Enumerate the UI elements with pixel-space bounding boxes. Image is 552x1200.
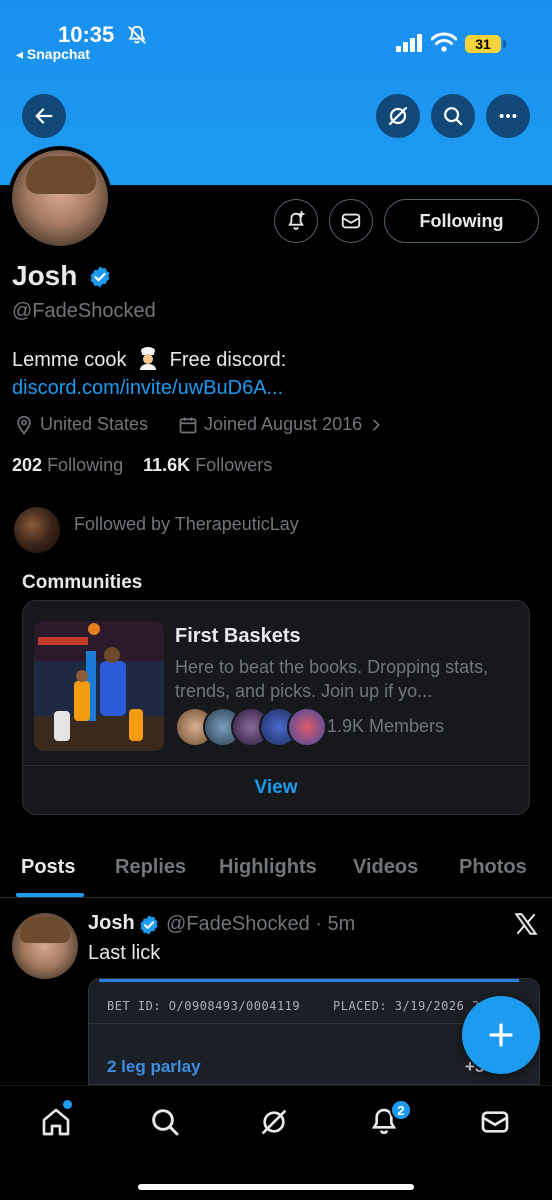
back-to-app-link[interactable]: ◂ Snapchat (16, 46, 90, 63)
grok-icon (388, 106, 408, 126)
joined-text: Joined August 2016 (204, 414, 363, 434)
post-author-name[interactable]: Josh (88, 912, 135, 935)
battery-tip (503, 40, 506, 48)
community-divider (23, 765, 529, 766)
bet-parlay: 2 leg parlay (107, 1057, 201, 1076)
community-members: 1.9K Members (327, 716, 445, 736)
community-member-avatars (175, 707, 327, 747)
active-tab-indicator (16, 893, 84, 897)
profile-bio: Lemme cook Free discord: discord.com/inv… (12, 346, 532, 402)
communities-title: Communities (22, 572, 143, 593)
profile-joined[interactable]: Joined August 2016 (178, 414, 384, 435)
verified-badge-icon (140, 915, 158, 935)
bet-slip-topline (99, 979, 519, 982)
bet-id: BET ID: O/0908493/0004119 (107, 999, 301, 1013)
post-handle-time: @FadeShocked · 5m (166, 913, 356, 935)
avatar-hair (26, 156, 96, 194)
search-icon (444, 107, 463, 126)
more-dots-icon (499, 113, 517, 119)
community-name: First Baskets (175, 625, 301, 647)
bell-plus-icon (288, 210, 305, 230)
location-text: United States (40, 414, 149, 434)
battery-indicator: 31 (465, 35, 501, 53)
arrow-left-icon (35, 108, 53, 124)
profile-avatar[interactable] (8, 146, 112, 250)
following-button[interactable]: Following (384, 199, 539, 243)
member-avatar (287, 707, 327, 747)
profile-name: Josh (12, 260, 78, 291)
grok-icon[interactable] (258, 1106, 290, 1138)
grok-button[interactable] (376, 94, 420, 138)
plus-icon (489, 1023, 513, 1047)
home-icon[interactable] (40, 1106, 72, 1138)
avatar-hair (20, 917, 70, 943)
home-unread-dot (63, 1100, 72, 1109)
bio-text: Lemme cook (12, 349, 127, 371)
community-view-button[interactable]: View (23, 777, 529, 799)
chevron-right-icon (373, 419, 380, 430)
signal-icon (396, 34, 422, 52)
followed-by-avatar[interactable] (14, 507, 60, 553)
x-logo-icon[interactable] (513, 911, 539, 937)
bio-discord-link[interactable]: discord.com/invite/uwBuD6A... (12, 377, 283, 399)
profile-location: United States (14, 414, 148, 435)
more-button[interactable] (486, 94, 530, 138)
tab-replies[interactable]: Replies (115, 856, 186, 879)
bio-discord-label: Free discord: (169, 349, 287, 371)
search-icon[interactable] (149, 1106, 181, 1138)
calendar-icon (179, 417, 197, 433)
bottom-navigation: 2 (0, 1085, 552, 1200)
community-description: Here to beat the books. Dropping stats, … (175, 657, 489, 701)
community-card[interactable]: First Baskets Here to beat the books. Dr… (22, 600, 530, 815)
compose-post-button[interactable] (462, 996, 540, 1074)
status-time: 10:35 (58, 22, 115, 47)
post-text: Last lick (88, 942, 161, 964)
followed-by-text[interactable]: Followed by TherapeuticLay (74, 514, 299, 535)
notification-count-badge: 2 (390, 1099, 412, 1121)
follow-counts: 202 Following 11.6K Followers (12, 455, 272, 476)
envelope-icon (341, 213, 361, 229)
home-indicator (138, 1184, 414, 1190)
location-pin-icon (17, 415, 31, 435)
message-button[interactable] (329, 199, 373, 243)
followers-link[interactable]: 11.6K Followers (143, 455, 272, 475)
profile-handle: @FadeShocked (12, 300, 156, 322)
search-button[interactable] (431, 94, 475, 138)
subscribe-notifications-button[interactable] (274, 199, 318, 243)
back-button[interactable] (22, 94, 66, 138)
following-link[interactable]: 202 Following (12, 455, 123, 475)
post-avatar[interactable] (12, 913, 78, 979)
profile-tabs: Posts Replies Highlights Videos Photos (0, 840, 552, 898)
tab-videos[interactable]: Videos (353, 856, 418, 879)
bell-slash-icon (128, 25, 146, 44)
chef-emoji-icon (140, 347, 157, 370)
messages-icon[interactable] (479, 1106, 511, 1138)
tab-photos[interactable]: Photos (459, 856, 527, 879)
community-image (34, 621, 164, 751)
verified-badge-icon (90, 266, 110, 288)
tab-posts[interactable]: Posts (21, 856, 75, 879)
basketball-photo (34, 621, 164, 751)
wifi-icon (431, 32, 457, 52)
tab-highlights[interactable]: Highlights (219, 856, 317, 879)
